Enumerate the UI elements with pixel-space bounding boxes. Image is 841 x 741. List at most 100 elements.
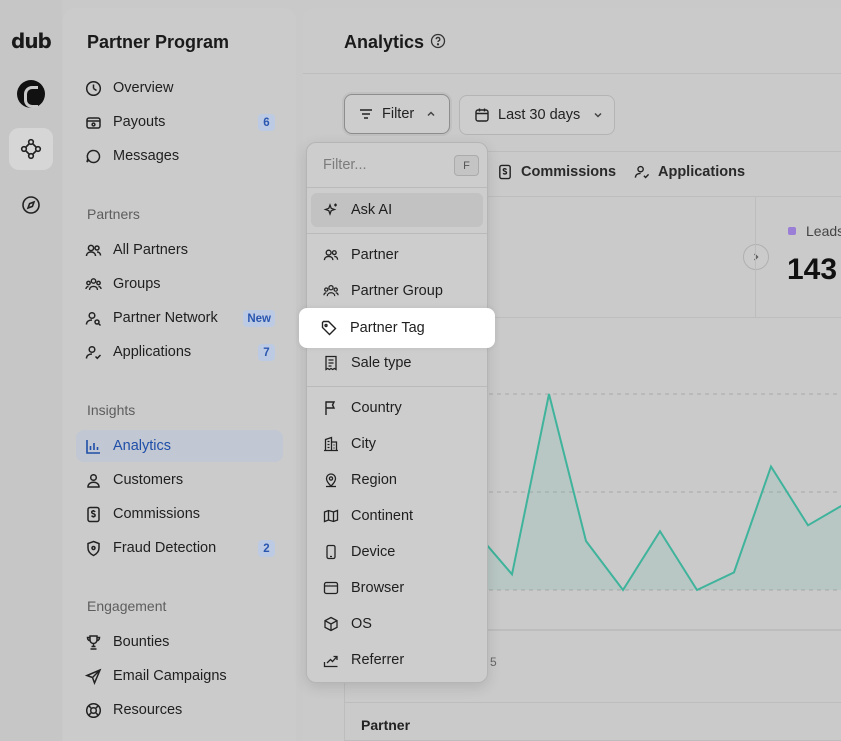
tag-icon [321, 320, 337, 336]
section-insights-heading: Insights [87, 402, 136, 418]
sidebar-item-label: Messages [113, 148, 180, 164]
payouts-icon [84, 113, 102, 131]
map-pin-icon [323, 472, 339, 488]
dollar-receipt-icon [84, 505, 102, 523]
sidebar-item-overview[interactable]: Overview [76, 72, 283, 104]
menu-item-label: Partner Group [351, 283, 443, 299]
sidebar-item-partner-network[interactable]: Partner Network New [76, 302, 283, 334]
menu-item-label: City [351, 436, 376, 452]
chevron-up-icon [425, 108, 437, 120]
trophy-icon [84, 633, 102, 651]
page-title: Analytics [344, 32, 425, 52]
referrer-icon [323, 652, 339, 668]
sidebar-item-customers[interactable]: Customers [76, 464, 283, 496]
filter-button-label: Filter [382, 106, 415, 122]
chevron-right-icon[interactable] [743, 244, 769, 270]
menu-item-partner-group[interactable]: Partner Group [311, 274, 483, 308]
menu-item-ask-ai[interactable]: Ask AI [311, 193, 483, 227]
dub-logo[interactable]: dub [11, 29, 52, 53]
user-search-icon [84, 309, 102, 327]
menu-item-browser[interactable]: Browser [311, 571, 483, 605]
sparkle-icon [323, 202, 339, 218]
tab-commissions[interactable]: Commissions [497, 164, 616, 180]
sidebar-item-analytics[interactable]: Analytics [76, 430, 283, 462]
cube-icon [323, 616, 339, 632]
icon-rail: dub [0, 0, 62, 741]
menu-separator [307, 233, 487, 234]
sidebar-item-label: Groups [113, 276, 161, 292]
menu-item-region[interactable]: Region [311, 463, 483, 497]
menu-item-label: Ask AI [351, 202, 393, 218]
filter-dropdown-menu: F Ask AI Partner Partner Group Sale type… [306, 142, 488, 683]
building-icon [323, 436, 339, 452]
sidebar-item-commissions[interactable]: Commissions [76, 498, 283, 530]
menu-item-os[interactable]: OS [311, 607, 483, 641]
sidebar-item-messages[interactable]: Messages [76, 140, 283, 172]
program-title: Partner Program [87, 32, 230, 52]
x-axis-tick-label: 5 [490, 655, 497, 669]
help-icon[interactable] [430, 33, 446, 49]
date-range-label: Last 30 days [498, 107, 581, 123]
groups-icon [84, 275, 102, 293]
sidebar-item-applications[interactable]: Applications 7 [76, 336, 283, 368]
sidebar-item-label: Bounties [113, 634, 170, 650]
sidebar-item-payouts[interactable]: Payouts 6 [76, 106, 283, 138]
leads-stat-label[interactable]: Leads [788, 223, 841, 239]
sidebar-item-fraud-detection[interactable]: Fraud Detection 2 [76, 532, 283, 564]
sidebar-item-label: Payouts [113, 114, 166, 130]
filter-search-bar: F [307, 143, 487, 188]
user-icon [84, 471, 102, 489]
compass-icon[interactable] [9, 184, 53, 226]
sidebar-item-groups[interactable]: Groups [76, 268, 283, 300]
users-icon [323, 247, 339, 263]
date-range-picker[interactable]: Last 30 days [459, 95, 615, 135]
menu-item-label: OS [351, 616, 372, 632]
browser-icon [323, 580, 339, 596]
send-icon [84, 667, 102, 685]
tab-applications[interactable]: Applications [634, 164, 745, 180]
sidebar-item-resources[interactable]: Resources [76, 694, 283, 726]
menu-item-country[interactable]: Country [311, 391, 483, 425]
filter-button[interactable]: Filter [344, 94, 450, 134]
sidebar: Partner Program Overview Payouts 6 Messa… [63, 8, 296, 741]
menu-separator [307, 386, 487, 387]
menu-item-partner-tag[interactable]: Partner Tag [299, 308, 495, 348]
lifebuoy-icon [84, 701, 102, 719]
shield-icon [84, 539, 102, 557]
workspace-avatar[interactable] [17, 80, 45, 108]
column-header-partner[interactable]: Partner [361, 717, 410, 733]
menu-item-label: Partner [351, 247, 399, 263]
menu-item-device[interactable]: Device [311, 535, 483, 569]
new-badge: New [243, 310, 275, 327]
menu-item-label: Country [351, 400, 402, 416]
sidebar-item-label: Resources [113, 702, 183, 718]
sidebar-item-label: Customers [113, 472, 184, 488]
page-header: Analytics [303, 8, 841, 74]
users-icon [84, 241, 102, 259]
leads-legend-dot [788, 227, 796, 235]
user-check-icon [84, 343, 102, 361]
overview-icon [84, 79, 102, 97]
sidebar-item-bounties[interactable]: Bounties [76, 626, 283, 658]
menu-item-city[interactable]: City [311, 427, 483, 461]
partner-network-icon[interactable] [9, 128, 53, 170]
keyboard-shortcut-badge: F [454, 155, 479, 176]
menu-item-label: Sale type [351, 355, 412, 371]
menu-item-partner[interactable]: Partner [311, 238, 483, 272]
menu-item-continent[interactable]: Continent [311, 499, 483, 533]
sidebar-item-label: Fraud Detection [113, 540, 217, 556]
menu-item-sale-type[interactable]: Sale type [311, 346, 483, 380]
sidebar-item-email-campaigns[interactable]: Email Campaigns [76, 660, 283, 692]
groups-icon [323, 283, 339, 299]
menu-item-label: Region [351, 472, 397, 488]
menu-item-label: Referrer [351, 652, 405, 668]
sidebar-item-all-partners[interactable]: All Partners [76, 234, 283, 266]
filter-search-input[interactable] [323, 157, 453, 173]
menu-item-referrer[interactable]: Referrer [311, 643, 483, 677]
calendar-icon [474, 107, 490, 123]
filter-lines-icon [358, 106, 374, 122]
sidebar-item-label: All Partners [113, 242, 188, 258]
menu-item-label: Device [351, 544, 396, 560]
payouts-count-badge: 6 [258, 114, 275, 131]
receipt-icon [323, 355, 339, 371]
